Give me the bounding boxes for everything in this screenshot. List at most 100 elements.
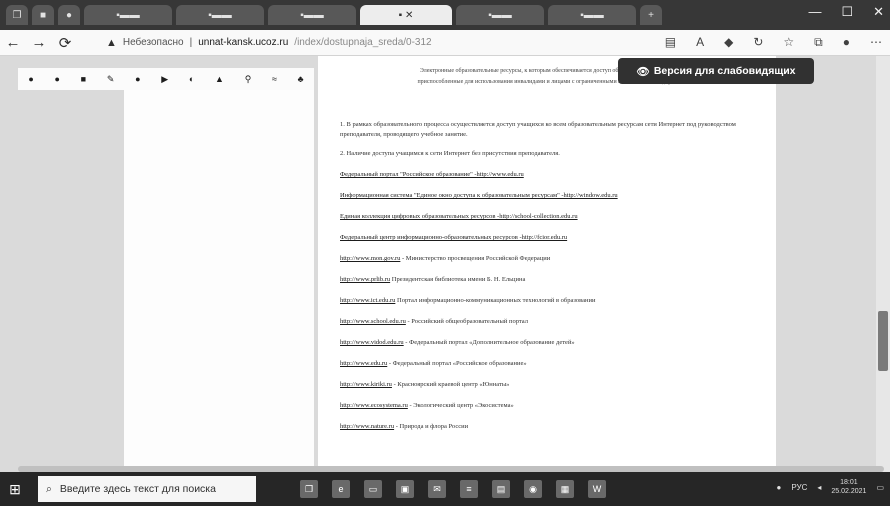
- list-item-text: - Российский общеобразовательный портал: [407, 318, 528, 325]
- clock-time: 18:01: [840, 479, 858, 486]
- notifications-icon[interactable]: ▭: [876, 483, 884, 492]
- taskbar-search[interactable]: ⌕ Введите здесь текст для поиска: [38, 476, 256, 502]
- toolbar-icon[interactable]: ■: [81, 74, 86, 84]
- word-icon[interactable]: W: [588, 480, 606, 498]
- url-host: unnat-kansk.ucoz.ru: [198, 37, 289, 48]
- back-button[interactable]: ←: [0, 34, 26, 51]
- toolbar-icon[interactable]: ≈: [272, 74, 277, 84]
- list-item-text: - Министерство просвещения Российской Фе…: [402, 255, 551, 262]
- list-item-text: Портал информационно-коммуникационных те…: [397, 297, 596, 304]
- list-item: http://www.edu.ru - Федеральный портал «…: [340, 360, 760, 367]
- list-item-text: Президентская библиотека имени Б. Н. Ель…: [391, 276, 526, 283]
- resource-link[interactable]: Федеральный центр информационно-образова…: [340, 234, 760, 241]
- url-path: /index/dostupnaja_sreda/0-312: [294, 37, 432, 48]
- paragraph-1: 1. В рамках образовательного процесса ос…: [340, 121, 736, 138]
- list-item-link[interactable]: http://www.prlib.ru: [340, 276, 390, 283]
- list-item-link[interactable]: http://www.mon.gov.ru: [340, 255, 400, 262]
- toolbar-icon[interactable]: ♣: [298, 74, 304, 84]
- app-icon[interactable]: ▤: [492, 480, 510, 498]
- toolbar-icon[interactable]: ⚲: [245, 74, 252, 85]
- list-item-link[interactable]: http://www.kiriki.ru: [340, 381, 392, 388]
- list-item-link[interactable]: http://www.edu.ru: [340, 360, 387, 367]
- forward-button[interactable]: →: [26, 34, 52, 51]
- tab-actions-button[interactable]: ❐: [6, 5, 28, 25]
- favorites-icon[interactable]: ☆: [783, 35, 794, 50]
- tab-pinned[interactable]: ■: [32, 5, 54, 25]
- close-button[interactable]: ✕: [873, 4, 884, 20]
- start-button[interactable]: ⊞: [0, 472, 30, 506]
- list-item-link[interactable]: http://www.vidod.edu.ru: [340, 339, 404, 346]
- list-item-link[interactable]: http://www.nature.ru: [340, 423, 394, 430]
- list-item: http://www.ict.edu.ru Портал информацион…: [340, 297, 760, 304]
- toolbar-icon[interactable]: ▲: [215, 74, 224, 84]
- resource-link[interactable]: Информационная система "Единое окно дост…: [340, 192, 760, 199]
- resource-link[interactable]: Федеральный портал "Российское образован…: [340, 171, 760, 178]
- scrollbar-thumb[interactable]: [878, 311, 888, 371]
- web-page: ● ● ■ ✎ ● ▶ ◐ ▲ ⚲ ≈ ♣ Электронные образо…: [0, 56, 890, 472]
- browser-tab[interactable]: ▪▬▬: [176, 5, 264, 25]
- browser-tab-active[interactable]: ▪ ✕: [360, 5, 452, 25]
- url-field[interactable]: ▲ Небезопасно | unnat-kansk.ucoz.ru/inde…: [106, 37, 432, 49]
- list-item-link[interactable]: http://www.ecosystema.ru: [340, 402, 408, 409]
- read-mode-icon[interactable]: ▤: [665, 35, 676, 50]
- browser-tab[interactable]: ▪▬▬: [548, 5, 636, 25]
- list-item-text: - Красноярский краевой центр «Юннаты»: [393, 381, 510, 388]
- resource-link[interactable]: Единая коллекция цифровых образовательны…: [340, 213, 760, 220]
- toolbar-icon[interactable]: ◐: [189, 74, 194, 84]
- collections-icon[interactable]: ⧉: [814, 35, 823, 50]
- list-item: http://www.kiriki.ru - Красноярский крае…: [340, 381, 760, 388]
- list-item-link[interactable]: http://www.ict.edu.ru: [340, 297, 395, 304]
- list-item: http://www.nature.ru - Природа и флора Р…: [340, 423, 760, 430]
- list-item-text: - Федеральный портал «Российское образов…: [388, 360, 527, 367]
- vertical-scrollbar[interactable]: [876, 56, 890, 472]
- new-tab-button[interactable]: +: [640, 5, 662, 25]
- list-item-text: - Федеральный портал «Дополнительное обр…: [405, 339, 575, 346]
- task-view-icon[interactable]: ❐: [300, 480, 318, 498]
- accessibility-version-button[interactable]: 👁 Версия для слабовидящих: [618, 58, 814, 84]
- search-icon: ⌕: [46, 482, 52, 495]
- reload-button[interactable]: ⟳: [52, 34, 78, 52]
- list-item: http://www.mon.gov.ru - Министерство про…: [340, 255, 760, 262]
- store-icon[interactable]: ▣: [396, 480, 414, 498]
- browser-tab-strip: ❐ ■ ● ▪▬▬ ▪▬▬ ▪▬▬ ▪ ✕ ▪▬▬ ▪▬▬ + — ☐ ✕: [0, 0, 890, 30]
- language-indicator[interactable]: РУС: [791, 483, 807, 492]
- toolbar-icon[interactable]: ▶: [161, 74, 168, 85]
- browser-tab[interactable]: ▪▬▬: [268, 5, 356, 25]
- browser-tab[interactable]: ▪▬▬: [456, 5, 544, 25]
- volume-icon[interactable]: ◂: [817, 483, 821, 492]
- clock[interactable]: 18:01 25.02.2021: [831, 478, 866, 496]
- toolbar-icon[interactable]: ●: [28, 74, 33, 84]
- accessibility-label: Версия для слабовидящих: [653, 65, 796, 77]
- minimize-button[interactable]: —: [808, 4, 821, 20]
- chrome-icon[interactable]: ◉: [524, 480, 542, 498]
- edge-icon[interactable]: e: [332, 480, 350, 498]
- list-item: http://www.ecosystema.ru - Экологический…: [340, 402, 760, 409]
- maximize-button[interactable]: ☐: [841, 4, 853, 20]
- refresh-icon[interactable]: ↻: [753, 35, 763, 50]
- address-bar: ← → ⟳ ▲ Небезопасно | unnat-kansk.ucoz.r…: [0, 30, 890, 56]
- more-icon[interactable]: ⋯: [870, 35, 882, 50]
- toolbar-icon[interactable]: ●: [55, 74, 60, 84]
- app-icon[interactable]: ≡: [460, 480, 478, 498]
- list-item-text: - Природа и флора России: [395, 423, 469, 430]
- search-placeholder: Введите здесь текст для поиска: [59, 483, 216, 495]
- list-item-link[interactable]: http://www.school.edu.ru: [340, 318, 406, 325]
- toolbar-icon[interactable]: ✎: [107, 74, 115, 85]
- site-toolbar: ● ● ■ ✎ ● ▶ ◐ ▲ ⚲ ≈ ♣: [18, 68, 314, 90]
- browser-toolbar-icons: ▤ A ◆ ↻ ☆ ⧉ ● ⋯: [665, 35, 882, 50]
- tab-pinned-2[interactable]: ●: [58, 5, 80, 25]
- explorer-icon[interactable]: ▭: [364, 480, 382, 498]
- windows-taskbar: ⊞ ⌕ Введите здесь текст для поиска ❐ e ▭…: [0, 472, 890, 506]
- taskbar-apps: ❐ e ▭ ▣ ✉ ≡ ▤ ◉ ▦ W: [300, 480, 606, 498]
- toolbar-icon[interactable]: ●: [135, 74, 140, 84]
- left-sidebar: [124, 90, 314, 472]
- app-icon[interactable]: ▦: [556, 480, 574, 498]
- browser-tab[interactable]: ▪▬▬: [84, 5, 172, 25]
- mail-icon[interactable]: ✉: [428, 480, 446, 498]
- profile-icon[interactable]: ●: [843, 35, 850, 50]
- window-controls: — ☐ ✕: [808, 4, 884, 20]
- network-icon[interactable]: ●: [777, 483, 782, 492]
- list-item: http://www.vidod.edu.ru - Федеральный по…: [340, 339, 760, 346]
- extension-icon[interactable]: ◆: [724, 35, 733, 50]
- translate-icon[interactable]: A: [696, 35, 704, 50]
